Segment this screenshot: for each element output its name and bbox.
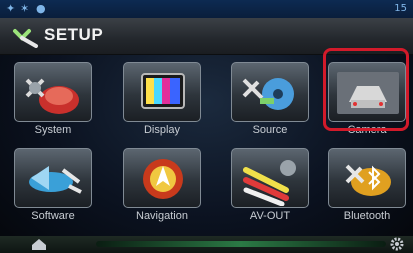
menu-item-label: AV-OUT [249,210,291,222]
gps-icon: ✦ [6,2,16,15]
menu-item-label: System [34,124,72,136]
menu-item-label: Bluetooth [343,210,391,222]
display-icon [141,73,185,109]
setup-screen: ✦ ✶ ● 15 SETUP System Display Source Cam… [0,0,413,253]
page-title: SETUP [44,25,104,44]
menu-item-label: Software [31,210,75,222]
software-tile-face [14,148,92,208]
av-out-tile-face [231,148,309,208]
status-time: 15 [394,3,407,14]
menu-item-label: Display [143,124,181,136]
record-icon: ● [36,2,46,15]
settings-dot-icon: ✶ [20,2,30,15]
menu-item-label: Source [252,124,288,136]
gear-icon[interactable] [389,236,405,252]
bluetooth-tile-face [328,148,406,208]
software-icon [29,166,82,194]
source-icon [242,78,294,110]
display-tile-face [123,62,201,122]
menu-item-label: Navigation [136,210,188,222]
navigation-icon [143,159,183,199]
av-out-icon [243,160,296,206]
system-icon [25,78,79,114]
selection-highlight [323,48,409,131]
wrench-setup-icon [13,29,38,48]
system-tile-face [14,62,92,122]
bottom-progress-strip [96,241,386,247]
navigation-tile-face [123,148,201,208]
status-bar: ✦ ✶ ● 15 [0,0,413,18]
source-tile-face [231,62,309,122]
bluetooth-icon [345,164,391,196]
home-icon[interactable] [30,237,48,251]
